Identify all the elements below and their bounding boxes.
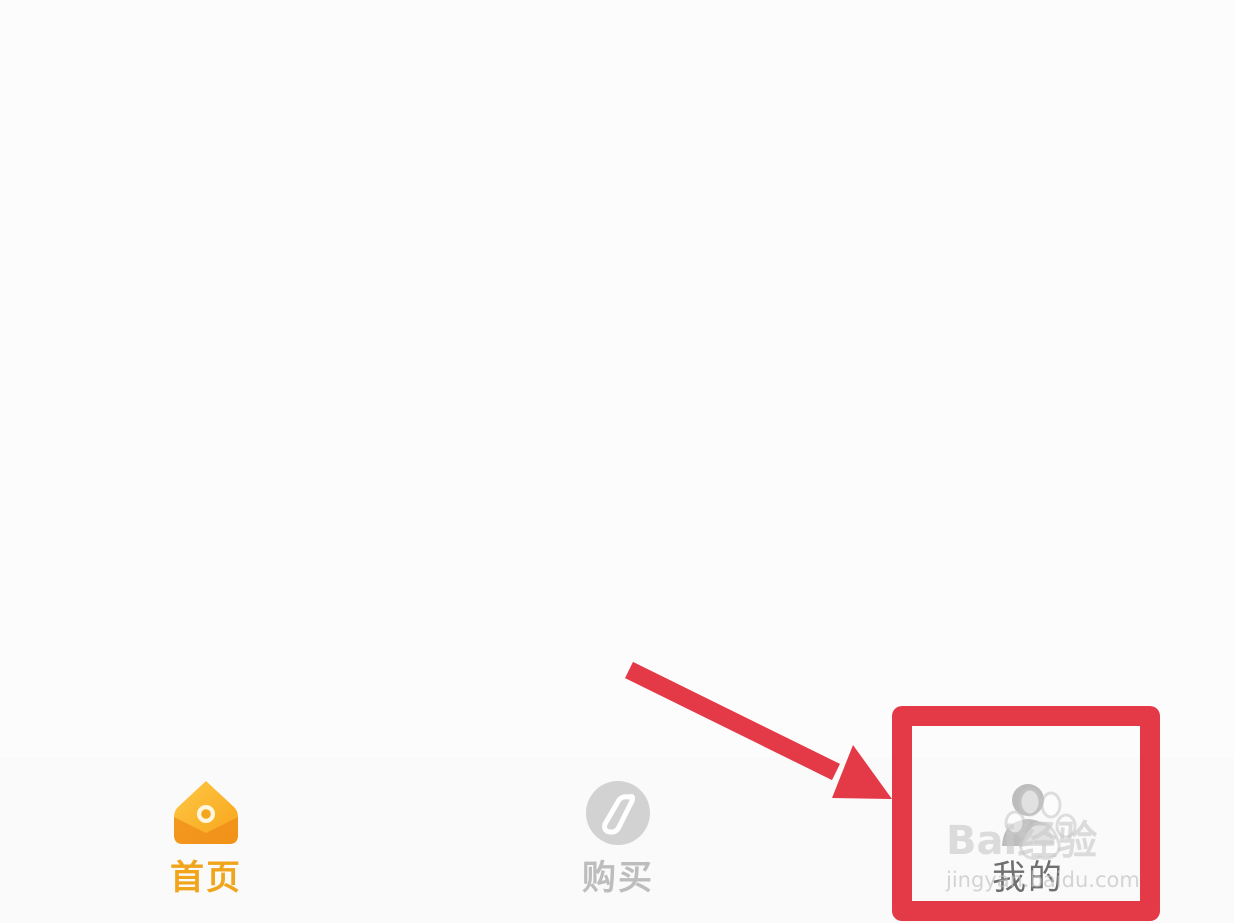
- blank-page-content: [0, 0, 1234, 758]
- tab-buy[interactable]: 购买: [528, 778, 708, 908]
- tab-home[interactable]: 首页: [116, 778, 296, 908]
- tab-home-label: 首页: [170, 858, 242, 898]
- home-icon: [174, 781, 238, 844]
- compass-icon: [586, 781, 650, 845]
- tab-buy-label: 购买: [582, 858, 654, 898]
- app-screen: 首页 购买 我的 Bai经验 jingyan.baidu.com: [0, 0, 1234, 923]
- highlight-frame: [892, 706, 1160, 921]
